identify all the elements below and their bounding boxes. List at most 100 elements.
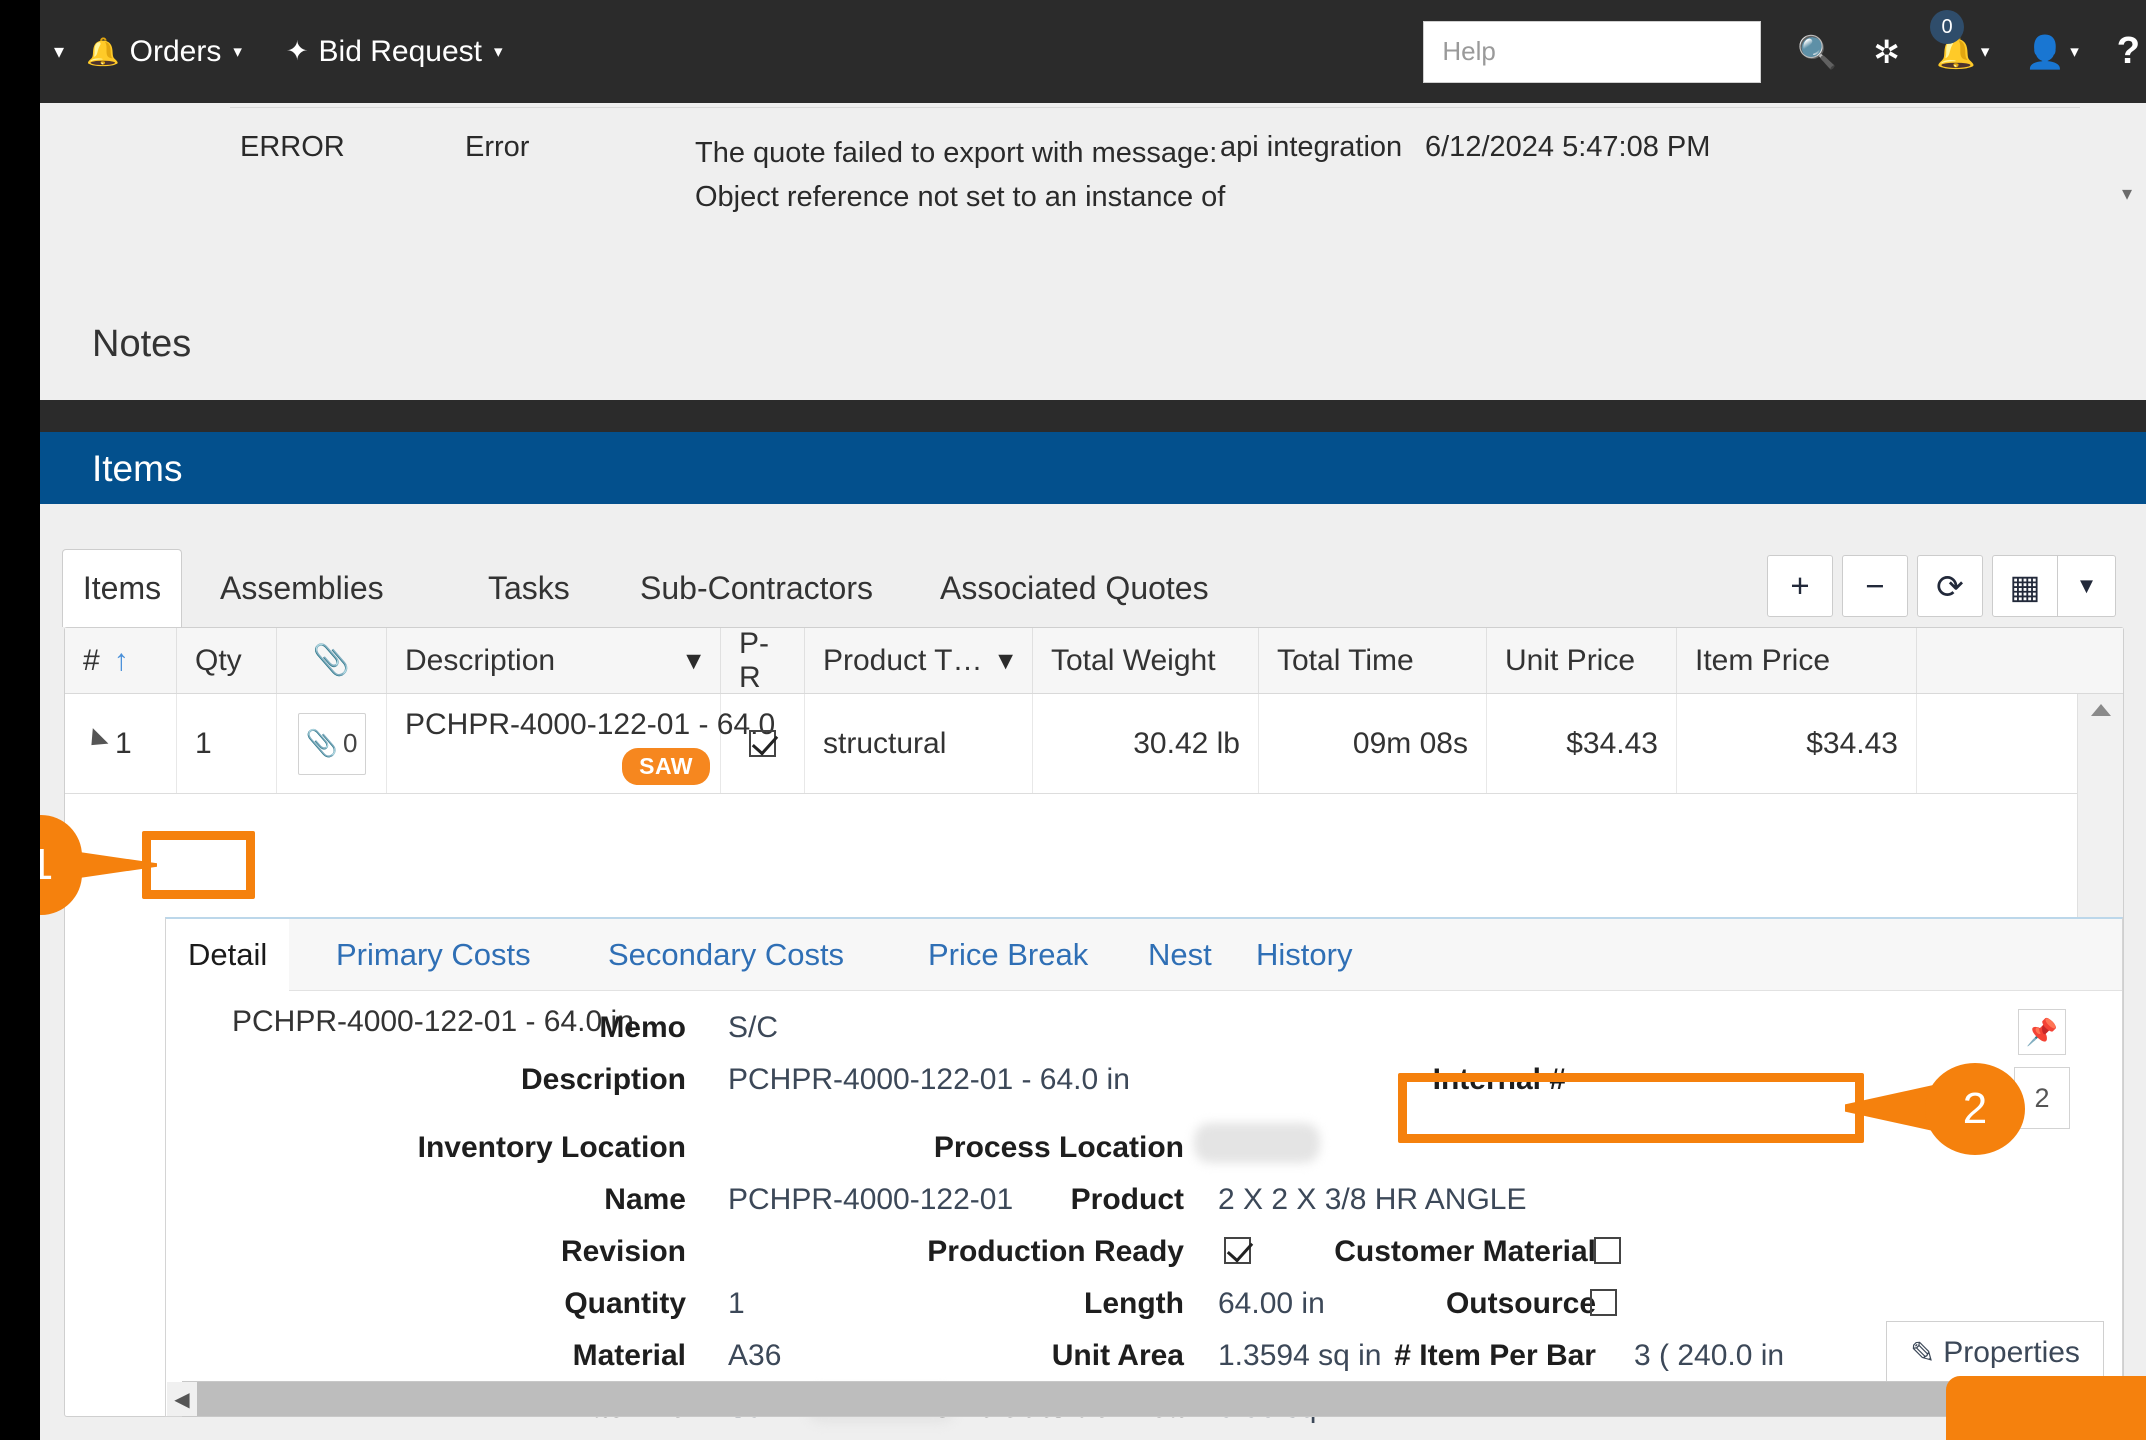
annotation-2-number: 2	[1962, 1084, 1988, 1133]
cell-production-ready[interactable]	[721, 694, 805, 793]
label-description: Description	[520, 1063, 686, 1096]
column-header-attachments[interactable]: 📎	[277, 628, 387, 693]
help-icon[interactable]: ?	[2117, 30, 2140, 73]
top-navigation-bar: ▾ 🔔 Orders ▾ ✦ Bid Request ▾ 🔍 ✲ 0 🔔▾ 👤▾…	[40, 0, 2146, 103]
checkbox-outsource[interactable]	[1590, 1289, 1617, 1324]
checkbox-production-ready[interactable]	[1224, 1237, 1251, 1272]
detail-subtab-history[interactable]: History	[1234, 919, 1374, 991]
checkbox-unchecked-icon	[1590, 1289, 1617, 1316]
nav-item-orders[interactable]: 🔔 Orders ▾	[86, 35, 242, 69]
chevron-down-icon: ▾	[1980, 42, 1990, 61]
label-quantity: Quantity	[564, 1287, 686, 1320]
pin-icon: 📌	[2025, 1016, 2059, 1047]
scroll-left-icon[interactable]: ◀	[167, 1382, 197, 1416]
value-length: 64.00 in	[1218, 1287, 1325, 1320]
section-divider	[40, 400, 2146, 432]
grid-options-group: ▦ ▼	[1992, 555, 2116, 617]
checkbox-customer-material[interactable]	[1594, 1237, 1621, 1272]
search-icon[interactable]: 🔍	[1797, 36, 1837, 68]
user-account-icon[interactable]: 👤 ▾	[2025, 36, 2078, 68]
remove-row-button[interactable]: −	[1842, 555, 1908, 617]
column-header-unit-price[interactable]: Unit Price	[1487, 628, 1677, 693]
detail-subtab-bar: Detail Primary Costs Secondary Costs Pri…	[166, 919, 2122, 991]
detail-subtab-price-break[interactable]: Price Break	[906, 919, 1110, 991]
value-product: 2 X 2 X 3/8 HR ANGLE	[1218, 1183, 1527, 1216]
chevron-down-icon: ▾	[493, 41, 503, 61]
pin-button[interactable]: 📌	[2018, 1009, 2066, 1055]
detail-subtab-primary-costs[interactable]: Primary Costs	[314, 919, 553, 991]
detail-subtab-secondary-costs[interactable]: Secondary Costs	[586, 919, 866, 991]
help-search-input[interactable]	[1423, 20, 1762, 83]
attachment-count: 0	[342, 728, 358, 758]
sort-ascending-icon: ↑	[113, 643, 129, 677]
column-header-product-type[interactable]: Product T… ▼	[805, 628, 1033, 693]
nav-item-bid-request[interactable]: ✦ Bid Request ▾	[286, 35, 503, 69]
detail-subtab-detail[interactable]: Detail	[166, 919, 290, 991]
tab-associated-quotes[interactable]: Associated Quotes	[912, 549, 1237, 627]
log-timestamp: 6/12/2024 5:47:08 PM	[1425, 131, 1711, 163]
paperclip-icon: 📎	[312, 644, 351, 677]
notifications-bell-icon[interactable]: 0 🔔 ▾	[1930, 9, 1990, 68]
label-process-location: Process Location	[933, 1131, 1184, 1164]
checkbox-checked-icon	[1224, 1237, 1251, 1264]
label-inventory-location: Inventory Location	[417, 1131, 686, 1164]
column-header-total-time[interactable]: Total Time	[1259, 628, 1487, 693]
checkbox-checked-icon[interactable]	[749, 730, 776, 757]
items-panel-body: Items Assemblies Tasks Sub-Contractors A…	[40, 504, 2146, 1440]
tab-sub-contractors[interactable]: Sub-Contractors	[612, 549, 901, 627]
label-length: Length	[1084, 1287, 1184, 1320]
redacted-process-location-value	[1194, 1123, 1320, 1163]
cell-item-price: $34.43	[1677, 694, 1917, 793]
column-header-item-price[interactable]: Item Price	[1677, 628, 1917, 693]
left-gutter	[0, 0, 40, 1440]
refresh-button[interactable]: ⟳	[1917, 555, 1983, 617]
tab-assemblies[interactable]: Assemblies	[192, 549, 412, 627]
column-header-total-weight[interactable]: Total Weight	[1033, 628, 1259, 693]
bell-icon: 🔔	[86, 36, 120, 67]
annotation-2-bubble: 2	[1925, 1063, 2025, 1155]
grid-toolbar: + − ⟳ ▦ ▼	[1767, 555, 2116, 617]
checkbox-unchecked-icon	[1594, 1237, 1621, 1264]
scroll-up-icon[interactable]	[2091, 704, 2111, 716]
value-memo: S/C	[728, 1011, 779, 1044]
tab-items[interactable]: Items	[62, 549, 182, 627]
attachments-button[interactable]: 📎 0	[297, 712, 366, 775]
column-header-description[interactable]: Description ▼	[387, 628, 721, 693]
column-header-qty[interactable]: Qty	[177, 628, 277, 693]
tab-tasks[interactable]: Tasks	[460, 549, 598, 627]
column-header-production-ready[interactable]: P-R	[721, 627, 805, 694]
label-item-per-bar: # Item Per Bar	[1394, 1339, 1596, 1372]
detail-subtab-nest[interactable]: Nest	[1126, 919, 1234, 991]
cell-product-type: structural	[805, 694, 1033, 793]
add-row-button[interactable]: +	[1767, 555, 1833, 617]
column-header-number[interactable]: # ↑	[65, 628, 177, 693]
filter-icon[interactable]: ▼	[993, 647, 1018, 676]
grid-options-caret-icon[interactable]: ▼	[2058, 555, 2116, 617]
grid-view-button[interactable]: ▦	[1992, 555, 2058, 617]
label-customer-material: Customer Material	[1334, 1235, 1596, 1268]
log-scroll-down-icon[interactable]: ▾	[2122, 181, 2132, 206]
cell-attachments: 📎 0	[277, 694, 387, 793]
cell-description: PCHPR-4000-122-01 - 64.0 SAW	[387, 694, 775, 793]
detail-horizontal-scrollbar[interactable]: ◀	[167, 1381, 2082, 1417]
item-detail-panel: Detail Primary Costs Secondary Costs Pri…	[165, 917, 2123, 1424]
label-name: Name	[604, 1183, 686, 1216]
log-source: api integration	[1220, 131, 1403, 163]
column-header-spacer	[1917, 628, 2123, 693]
log-message: The quote failed to export with message:…	[695, 131, 1225, 219]
filter-icon[interactable]: ▼	[681, 647, 706, 676]
nav-item-bid-request-label: Bid Request	[318, 34, 482, 68]
notification-count-badge: 0	[1930, 9, 1964, 44]
items-data-grid: # ↑ Qty 📎 Description ▼ P-R Product T… ▼…	[64, 627, 2124, 1424]
cell-unit-price: $34.43	[1487, 694, 1677, 793]
log-level: ERROR	[240, 131, 345, 163]
value-quantity: 1	[728, 1287, 745, 1320]
items-grid-header-row: # ↑ Qty 📎 Description ▼ P-R Product T… ▼…	[65, 627, 2123, 694]
expand-row-icon[interactable]	[83, 728, 109, 753]
gear-icon[interactable]: ✲	[1873, 36, 1900, 68]
log-message-line1: The quote failed to export with message:	[695, 137, 1218, 169]
table-row[interactable]: 1 1 📎 0 PCHPR-4000-122-01 - 64.0 SAW str…	[65, 694, 2123, 794]
edit-icon: ✎	[1910, 1336, 1936, 1370]
status-badge: SAW	[622, 748, 710, 785]
nav-collapse-caret-icon[interactable]: ▾	[54, 42, 64, 62]
